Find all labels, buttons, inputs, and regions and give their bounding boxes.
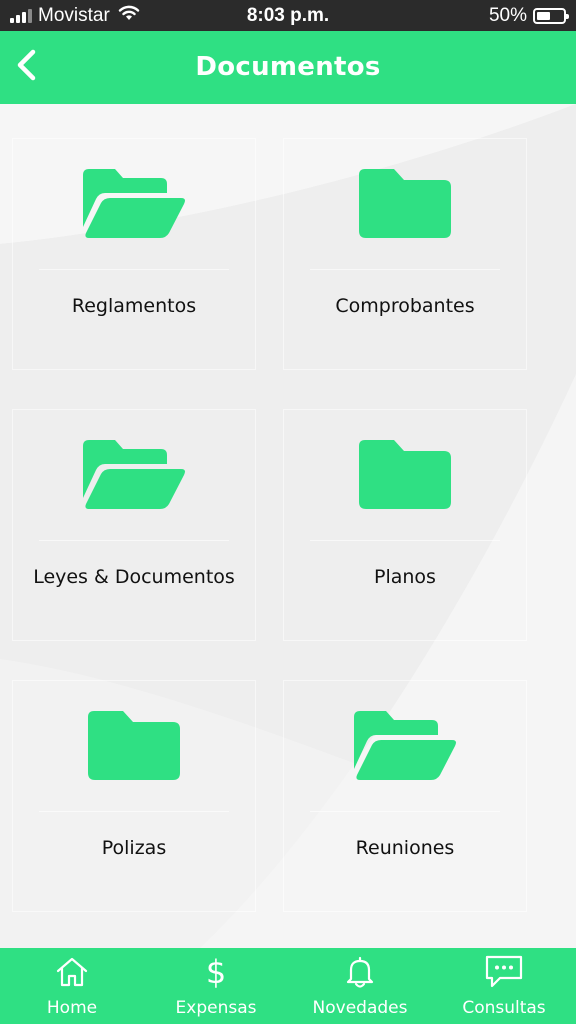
folder-tile-planos[interactable]: Planos bbox=[283, 409, 527, 641]
nav-label: Novedades bbox=[312, 998, 408, 1018]
folder-tile-leyes-documentos[interactable]: Leyes & Documentos bbox=[12, 409, 256, 641]
folder-label: Reuniones bbox=[355, 837, 455, 859]
folder-icon bbox=[13, 709, 255, 789]
folder-icon bbox=[284, 167, 526, 247]
tile-divider bbox=[310, 811, 500, 812]
folder-label: Leyes & Documentos bbox=[33, 566, 235, 588]
screen: Movistar 8:03 p.m. 50% Documentos Reglam… bbox=[0, 0, 576, 1024]
status-bar: Movistar 8:03 p.m. 50% bbox=[0, 0, 576, 31]
folder-open-icon bbox=[13, 438, 255, 518]
dollar-icon: $ bbox=[144, 954, 288, 990]
folder-open-icon bbox=[284, 709, 526, 789]
battery-percent: 50% bbox=[488, 5, 527, 26]
app-header: Documentos bbox=[0, 31, 576, 104]
folder-grid: Reglamentos Comprobantes Leyes & Documen… bbox=[0, 104, 576, 948]
folder-label: Comprobantes bbox=[335, 295, 475, 317]
folder-tile-comprobantes[interactable]: Comprobantes bbox=[283, 138, 527, 370]
battery-icon bbox=[533, 8, 569, 24]
tile-divider bbox=[310, 269, 500, 270]
home-icon bbox=[0, 954, 144, 990]
folder-label: Planos bbox=[374, 566, 436, 588]
tile-divider bbox=[39, 269, 229, 270]
battery-fill bbox=[537, 12, 550, 20]
nav-expensas[interactable]: $ Expensas bbox=[144, 948, 288, 1024]
folder-tile-reuniones[interactable]: Reuniones bbox=[283, 680, 527, 912]
tile-divider bbox=[39, 540, 229, 541]
bell-icon bbox=[288, 954, 432, 990]
tile-divider bbox=[39, 811, 229, 812]
folder-tile-polizas[interactable]: Polizas bbox=[12, 680, 256, 912]
chat-icon bbox=[432, 954, 576, 990]
folder-tile-reglamentos[interactable]: Reglamentos bbox=[12, 138, 256, 370]
nav-home[interactable]: Home bbox=[0, 948, 144, 1024]
nav-consultas[interactable]: Consultas bbox=[432, 948, 576, 1024]
page-title: Documentos bbox=[195, 52, 381, 82]
folder-icon bbox=[284, 438, 526, 518]
nav-label: Home bbox=[46, 998, 98, 1018]
tile-divider bbox=[310, 540, 500, 541]
status-right: 50% bbox=[488, 5, 569, 27]
nav-novedades[interactable]: Novedades bbox=[288, 948, 432, 1024]
nav-label: Expensas bbox=[175, 998, 257, 1018]
folder-label: Polizas bbox=[101, 837, 167, 859]
bottom-nav: Home $ Expensas Novedades Consultas bbox=[0, 948, 576, 1024]
nav-label: Consultas bbox=[462, 998, 546, 1018]
folder-open-icon bbox=[13, 167, 255, 247]
folder-label: Reglamentos bbox=[71, 295, 197, 317]
dollar-glyph: $ bbox=[205, 953, 227, 991]
